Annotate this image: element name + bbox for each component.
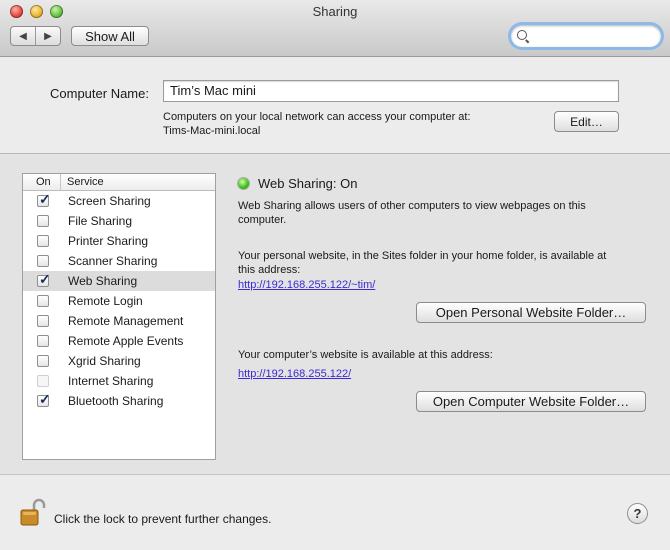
- service-row[interactable]: Scanner Sharing: [23, 251, 215, 271]
- computer-name-field[interactable]: Tim’s Mac mini: [163, 80, 619, 102]
- service-list-header: On Service: [23, 174, 215, 191]
- window-title: Sharing: [312, 4, 358, 19]
- service-checkbox[interactable]: [37, 255, 49, 267]
- service-row[interactable]: ✓ Web Sharing: [23, 271, 215, 291]
- checkmark-icon: ✓: [39, 391, 51, 407]
- computer-name-label: Computer Name:: [50, 86, 149, 101]
- service-checkbox[interactable]: ✓: [37, 391, 51, 407]
- footer-divider: [0, 474, 670, 475]
- computer-website-text: Your computer’s website is available at …: [238, 349, 493, 361]
- service-row[interactable]: Internet Sharing: [23, 371, 215, 391]
- local-hostname: Tims-Mac-mini.local: [163, 125, 261, 137]
- service-checkbox[interactable]: [37, 235, 49, 247]
- service-name: Remote Login: [68, 294, 143, 308]
- service-rows: ✓ Screen Sharing File Sharing Printer Shari…: [23, 191, 215, 411]
- service-checkbox[interactable]: [37, 355, 49, 367]
- service-name: Remote Management: [68, 314, 184, 328]
- checkmark-icon: ✓: [39, 191, 51, 207]
- help-button[interactable]: ?: [627, 503, 648, 524]
- service-row[interactable]: Remote Apple Events: [23, 331, 215, 351]
- service-name: Web Sharing: [68, 274, 138, 288]
- search-field[interactable]: [511, 25, 661, 47]
- service-checkbox[interactable]: [37, 315, 49, 327]
- sharing-window: Sharing ◀ ▶ Show All Computer Name: Tim’…: [0, 0, 670, 550]
- service-checkbox[interactable]: [37, 295, 49, 307]
- personal-line2: this address:: [238, 264, 301, 276]
- title-bar: Sharing ◀ ▶ Show All: [0, 0, 670, 57]
- service-row[interactable]: Remote Management: [23, 311, 215, 331]
- show-all-button[interactable]: Show All: [71, 26, 149, 46]
- service-name: Internet Sharing: [68, 374, 154, 388]
- service-checkbox[interactable]: ✓: [37, 271, 51, 287]
- web-sharing-description: Web Sharing allows users of other comput…: [238, 199, 658, 227]
- service-row[interactable]: ✓ Bluetooth Sharing: [23, 391, 215, 411]
- service-row[interactable]: Printer Sharing: [23, 231, 215, 251]
- description-line1: Web Sharing allows users of other comput…: [238, 200, 586, 212]
- service-checkbox[interactable]: [37, 215, 49, 227]
- description-line2: computer.: [238, 214, 287, 226]
- service-row[interactable]: Xgrid Sharing: [23, 351, 215, 371]
- service-name: Xgrid Sharing: [68, 354, 141, 368]
- computer-name-description: Computers on your local network can acce…: [163, 110, 471, 138]
- open-personal-website-folder-button[interactable]: Open Personal Website Folder…: [416, 302, 646, 323]
- service-name: File Sharing: [68, 214, 133, 228]
- open-computer-website-folder-button[interactable]: Open Computer Website Folder…: [416, 391, 646, 412]
- service-name: Screen Sharing: [68, 194, 151, 208]
- service-row[interactable]: ✓ Screen Sharing: [23, 191, 215, 211]
- service-row[interactable]: Remote Login: [23, 291, 215, 311]
- back-forward-control: ◀ ▶: [10, 26, 61, 46]
- service-checkbox[interactable]: ✓: [37, 191, 51, 207]
- service-list: On Service ✓ Screen Sharing File Sharing Pr…: [22, 173, 216, 460]
- forward-arrow-icon[interactable]: ▶: [35, 27, 60, 45]
- status-indicator-icon: [238, 178, 249, 189]
- service-name: Printer Sharing: [68, 234, 149, 248]
- lock-message: Click the lock to prevent further change…: [54, 512, 272, 526]
- checkmark-icon: ✓: [39, 271, 51, 287]
- back-arrow-icon[interactable]: ◀: [11, 27, 35, 45]
- service-name: Bluetooth Sharing: [68, 394, 164, 408]
- header-service[interactable]: Service: [61, 174, 104, 190]
- service-name: Scanner Sharing: [68, 254, 158, 268]
- header-on[interactable]: On: [23, 174, 61, 190]
- service-checkbox[interactable]: [37, 335, 49, 347]
- personal-website-text: Your personal website, in the Sites fold…: [238, 249, 658, 277]
- edit-button[interactable]: Edit…: [554, 111, 619, 132]
- lock-icon[interactable]: [20, 498, 46, 528]
- service-name: Remote Apple Events: [68, 334, 184, 348]
- computer-website-link[interactable]: http://192.168.255.122/: [238, 368, 351, 380]
- personal-website-link[interactable]: http://192.168.255.122/~tim/: [238, 279, 375, 291]
- search-icon: [517, 30, 527, 40]
- service-row[interactable]: File Sharing: [23, 211, 215, 231]
- web-sharing-status: Web Sharing: On: [258, 176, 358, 191]
- service-checkbox: [37, 375, 49, 387]
- computer-name-desc-line1: Computers on your local network can acce…: [163, 111, 471, 123]
- personal-line1: Your personal website, in the Sites fold…: [238, 250, 607, 262]
